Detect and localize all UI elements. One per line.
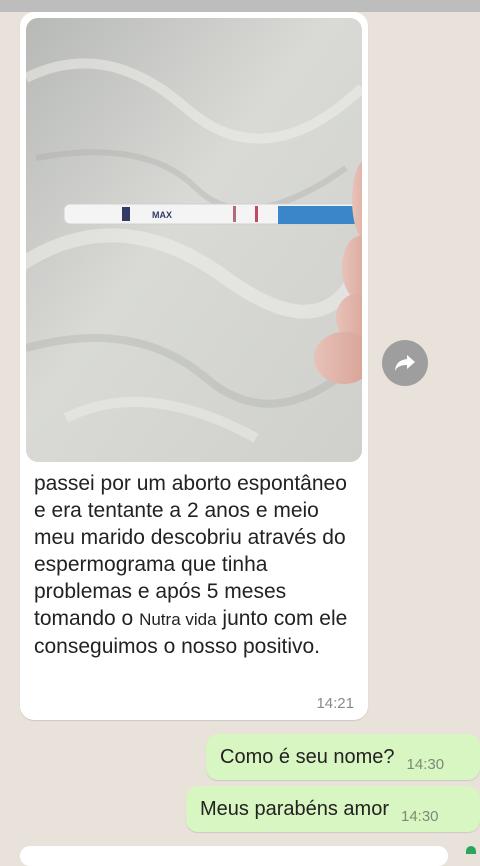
next-message-bubble[interactable] (20, 846, 448, 866)
outgoing-message-text: Como é seu nome? (220, 745, 395, 768)
test-max-label: MAX (152, 210, 172, 220)
incoming-message-text: passei por um aborto espontâneo e era te… (34, 470, 358, 660)
incoming-message-bubble[interactable]: MAX passei por um aborto espontâneo e er… (20, 12, 368, 720)
scroll-indicator (466, 846, 476, 854)
forward-button[interactable] (382, 340, 428, 386)
message-timestamp: 14:21 (316, 695, 354, 712)
message-timestamp: 14:30 (406, 755, 445, 773)
outgoing-message-text: Meus parabéns amor (200, 797, 389, 820)
product-name: Nutra vida (139, 610, 217, 629)
message-timestamp: 14:30 (400, 807, 439, 825)
pregnancy-test-photo: MAX (26, 18, 362, 462)
status-bar-strip (0, 0, 480, 12)
outgoing-message-bubble[interactable]: Meus parabéns amor 14:30 (186, 786, 480, 832)
outgoing-message-bubble[interactable]: Como é seu nome? 14:30 (206, 734, 480, 780)
message-photo[interactable]: MAX (26, 18, 362, 462)
forward-arrow-icon (395, 355, 415, 371)
